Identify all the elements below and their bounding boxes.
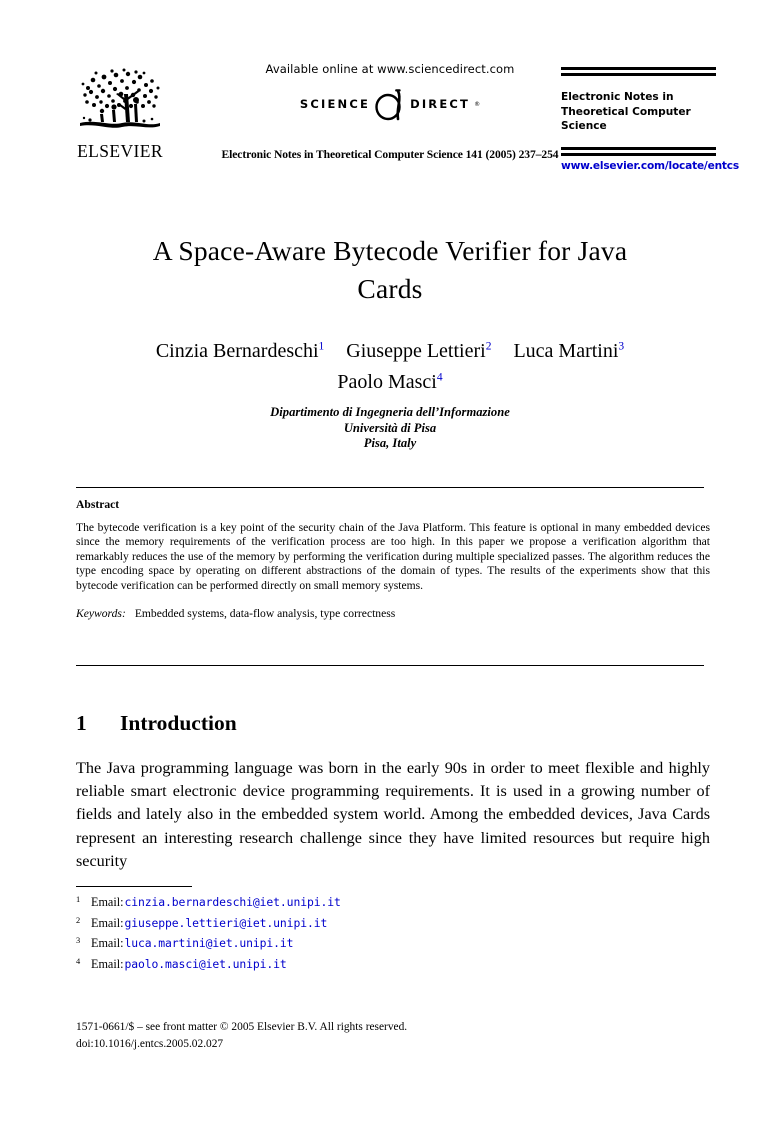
abstract-rule-bottom [76,665,704,666]
footnote-email-link[interactable]: cinzia.bernardeschi@iet.unipi.it [125,893,341,912]
abstract-text: The bytecode verification is a key point… [76,521,710,592]
author-1-name: Cinzia Bernardeschi [155,340,319,362]
journal-rule-bottom [561,146,716,156]
sciencedirect-logo: SCIENCE DIRECT ® [188,87,592,121]
sciencedirect-science-word: SCIENCE [299,97,371,111]
elsevier-tree-icon [80,68,160,128]
author-2-name: Giuseppe Lettieri [346,340,486,362]
footnote-item: 2 Email: giuseppe.lettieri@iet.unipi.it [76,914,710,935]
affiliation: Dipartimento di Ingegneria dell’Informaz… [80,405,700,452]
copyright-line: 1571-0661/$ – see front matter © 2005 El… [76,1021,408,1033]
available-online-text: Available online at www.sciencedirect.co… [265,62,515,76]
keywords-label: Keywords: [76,607,126,621]
elsevier-wordmark: ELSEVIER [77,141,163,161]
journal-rule-top [561,67,716,76]
author-4-name: Paolo Masci [337,371,437,393]
sciencedirect-d-mark-icon [373,87,407,121]
section-body-text: The Java programming language was born i… [76,759,710,870]
page-title: A Space-Aware Bytecode Verifier for Java… [90,232,690,308]
footnote-item: 3 Email: luca.martini@iet.unipi.it [76,934,710,955]
keywords-values: Embedded systems, data-flow analysis, ty… [134,607,396,621]
elsevier-logo: ELSEVIER [70,64,170,161]
masthead: ELSEVIER Available online at www.science… [70,62,739,182]
section-number: 1 [76,711,87,735]
journal-url-link[interactable]: www.elsevier.com/locate/entcs [561,160,739,172]
footnote-separator-rule [76,886,192,887]
journal-branding-block: Electronic Notes in Theoretical Computer… [561,67,739,172]
footnote-item: 1 Email: cinzia.bernardeschi@iet.unipi.i… [76,893,710,914]
affiliation-line2: Università di Pisa [343,420,437,435]
sciencedirect-logo-block: Available online at www.sciencedirect.co… [188,62,592,121]
journal-citation-line: Electronic Notes in Theoretical Computer… [221,148,559,161]
author-4-footnote-ref[interactable]: 4 [437,371,443,384]
section-title: Introduction [120,711,237,735]
footnote-email-link[interactable]: giuseppe.lettieri@iet.unipi.it [125,914,328,933]
section-heading-introduction: 1 Introduction [76,710,710,736]
affiliation-line3: Pisa, Italy [363,436,417,450]
footnote-email-link[interactable]: luca.martini@iet.unipi.it [125,934,294,953]
affiliation-line1: Dipartimento di Ingegneria dell’Informaz… [270,405,510,419]
footnote-email-link[interactable]: paolo.masci@iet.unipi.it [125,955,287,974]
footnote-label: Email: [91,895,124,909]
abstract-section: Abstract The bytecode verification is a … [76,498,710,621]
author-2: Giuseppe Lettieri2 [346,340,491,362]
keywords: Keywords: Embedded systems, data-flow ana… [76,607,710,621]
footnote-area: 1 Email: cinzia.bernardeschi@iet.unipi.i… [76,886,710,975]
doi-line: doi:10.1016/j.entcs.2005.02.027 [76,1038,224,1051]
footnote-number: 2 [76,915,81,925]
journal-name-line1: Electronic Notes in [561,91,674,103]
footnote-label: Email: [91,915,124,930]
author-4: Paolo Masci4 [337,371,442,393]
paper-page: ELSEVIER Available online at www.science… [0,0,780,1134]
author-list: Cinzia Bernardeschi1 Giuseppe Lettieri2 Lu… [80,336,700,398]
author-3-name: Luca Martini [513,340,619,362]
registered-trademark-icon: ® [474,100,481,108]
author-3-footnote-ref[interactable]: 3 [618,340,624,353]
paper-title-line1: A Space-Aware Bytecode Verifier for Java [152,235,628,266]
sciencedirect-direct-word: DIRECT [410,97,471,111]
footnote-number: 1 [76,895,81,904]
abstract-heading: Abstract [76,498,120,511]
footnote-number: 4 [76,956,81,966]
footnote-item: 4 Email: paolo.masci@iet.unipi.it [76,955,710,976]
author-2-footnote-ref[interactable]: 2 [486,340,492,353]
footnote-number: 3 [76,936,81,946]
author-row-1: Cinzia Bernardeschi1 Giuseppe Lettieri2 Lu… [80,336,700,367]
journal-name: Electronic Notes in Theoretical Computer… [561,90,716,134]
author-1-footnote-ref[interactable]: 1 [319,340,325,353]
page-footer: 1571-0661/$ – see front matter © 2005 El… [76,1019,710,1054]
footnote-label: Email: [91,936,124,951]
author-row-2: Paolo Masci4 [80,367,700,398]
abstract-rule-top [76,487,704,488]
paper-title-line2: Cards [357,273,423,304]
journal-name-line2: Theoretical Computer [561,105,691,118]
journal-name-line3: Science [561,120,607,132]
author-3: Luca Martini3 [513,340,624,362]
footnote-label: Email: [91,956,124,971]
author-1: Cinzia Bernardeschi1 [156,340,324,362]
